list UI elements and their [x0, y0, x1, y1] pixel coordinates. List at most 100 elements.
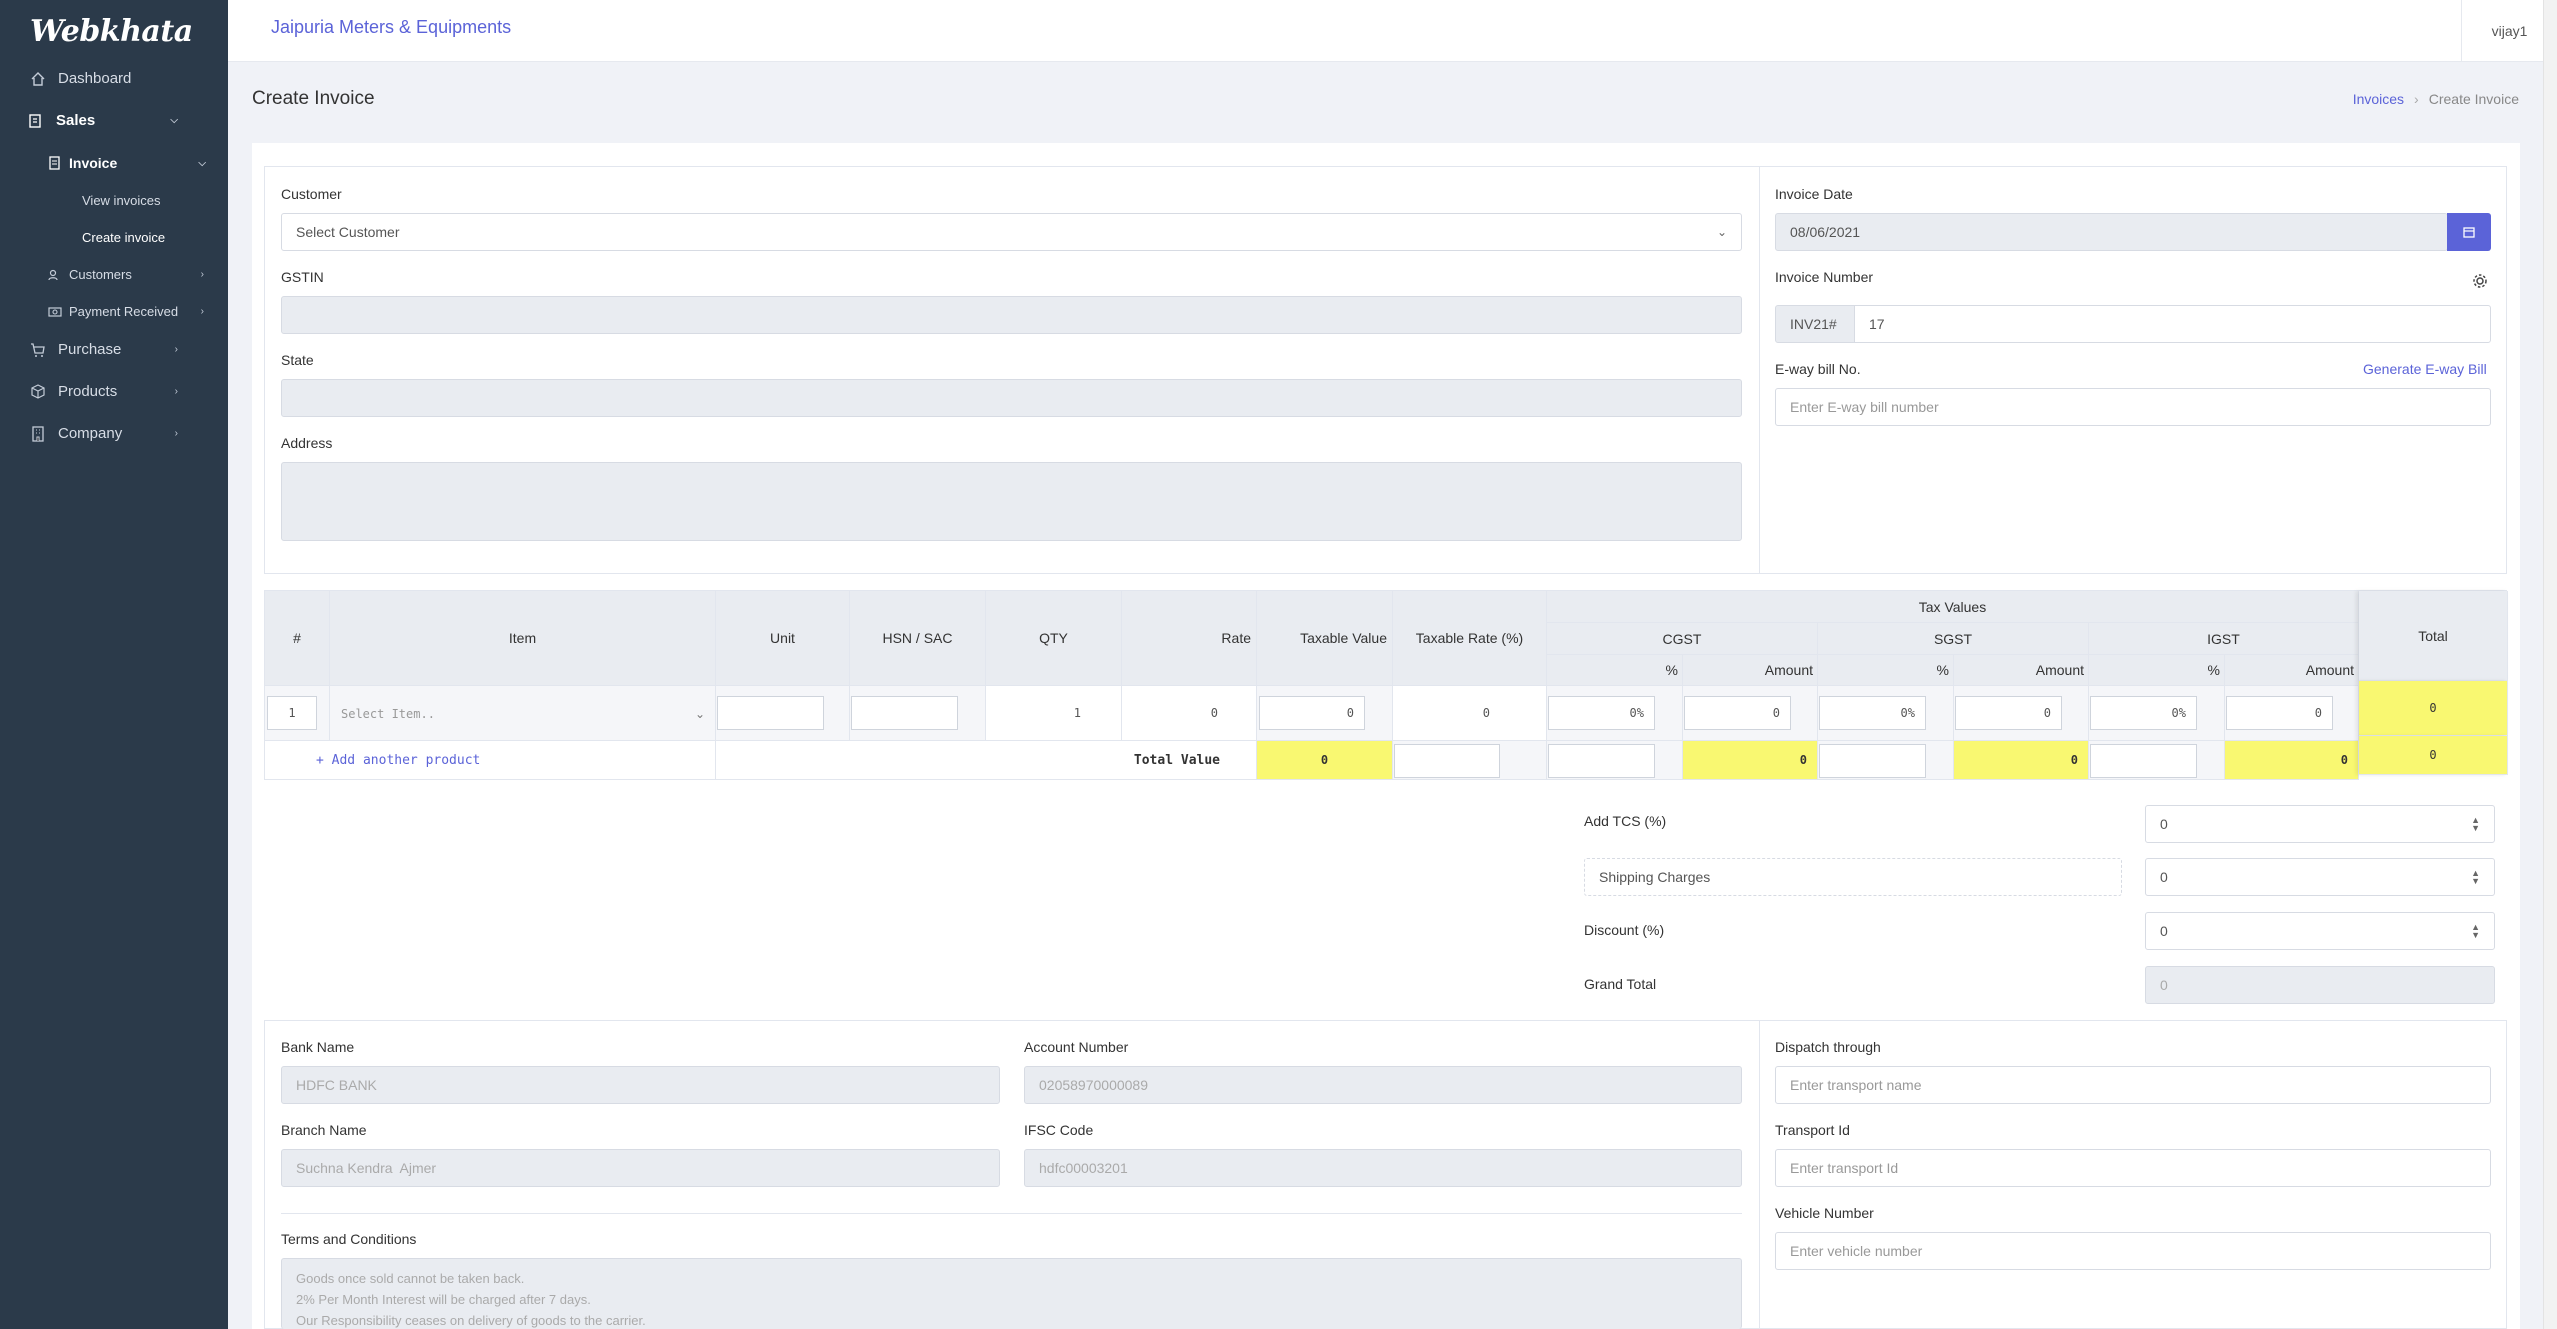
transport-id-input[interactable]: Enter transport Id [1775, 1149, 2491, 1187]
igst-pct-header: % [2089, 655, 2225, 686]
bank-name-field: HDFC BANK [281, 1066, 1000, 1104]
chevron-right-icon: › [174, 386, 178, 397]
invoice-date-field[interactable]: 08/06/2021 [1775, 213, 2448, 251]
invoice-date-label: Invoice Date [1775, 186, 1853, 202]
total-cgst-pct-input [1548, 744, 1655, 778]
terms-textarea[interactable]: Goods once sold cannot be taken back. 2%… [281, 1258, 1742, 1329]
sidebar-item-customers[interactable]: Customers › [0, 267, 228, 282]
shipping-charges-label-input[interactable]: Shipping Charges [1584, 858, 2122, 896]
col-hsn-header: HSN / SAC [850, 591, 986, 686]
cgst-pct-input[interactable]: 0% [1548, 696, 1655, 730]
branch-name-value: Suchna Kendra Ajmer [296, 1160, 437, 1176]
sgst-amount-header: Amount [1954, 655, 2089, 686]
state-field[interactable] [281, 379, 1742, 417]
state-label: State [281, 352, 314, 368]
invoice-number-input[interactable]: 17 [1854, 305, 2491, 343]
cgst-amount-header: Amount [1683, 655, 1818, 686]
col-taxable-rate-header: Taxable Rate (%) [1393, 591, 1547, 686]
igst-amount-value: 0 [2314, 706, 2322, 720]
col-taxable-value-header: Taxable Value [1257, 591, 1393, 686]
dispatch-label: Dispatch through [1775, 1039, 1881, 1055]
spinner-icon: ▲ ▼ [2471, 815, 2480, 833]
sidebar-item-invoice[interactable]: Invoice ⌵ [0, 155, 228, 171]
eway-bill-input[interactable]: Enter E-way bill number [1775, 388, 2491, 426]
branch-name-field: Suchna Kendra Ajmer [281, 1149, 1000, 1187]
discount-input[interactable]: 0 ▲ ▼ [2145, 912, 2495, 950]
add-product-link[interactable]: + Add another product [265, 741, 716, 780]
sidebar-item-label: Sales [56, 112, 96, 129]
ifsc-code-field: hdfc00003201 [1024, 1149, 1742, 1187]
spinner-icon: ▲ ▼ [2471, 868, 2480, 886]
generate-eway-bill-link[interactable]: Generate E-way Bill [2363, 361, 2487, 377]
home-icon [31, 71, 45, 86]
cgst-pct-header: % [1547, 655, 1683, 686]
sidebar-item-view-invoices[interactable]: View invoices [0, 193, 228, 208]
calendar-button[interactable] [2447, 213, 2491, 251]
company-name[interactable]: Jaipuria Meters & Equipments [271, 17, 511, 38]
sidebar-item-company[interactable]: Company › [0, 425, 228, 442]
col-rate-header: Rate [1122, 591, 1257, 686]
customer-select[interactable]: Select Customer ⌄ [281, 213, 1742, 251]
sgst-amount-value: 0 [2043, 706, 2051, 720]
building-icon [32, 425, 44, 442]
bank-name-value: HDFC BANK [296, 1077, 377, 1093]
sgst-pct-value: 0% [1900, 706, 1915, 720]
gstin-label: GSTIN [281, 269, 324, 285]
dispatch-placeholder: Enter transport name [1790, 1077, 1922, 1093]
terms-label: Terms and Conditions [281, 1231, 417, 1247]
item-select[interactable]: Select Item.. ⌄ [331, 692, 715, 736]
breadcrumb: Invoices › Create Invoice [2352, 91, 2519, 107]
qty-input[interactable]: 1 [987, 696, 1121, 730]
tax-values-header: Tax Values [1547, 591, 2359, 623]
gear-icon[interactable] [2472, 273, 2488, 289]
sidebar-item-purchase[interactable]: Purchase › [0, 341, 228, 358]
grand-row-total: 0 [2359, 736, 2508, 775]
sidebar-item-label: Payment Received [69, 304, 179, 319]
sidebar-item-products[interactable]: Products › [0, 383, 228, 400]
igst-amount-header: Amount [2225, 655, 2359, 686]
igst-amount-input[interactable]: 0 [2226, 696, 2333, 730]
cgst-amount-input[interactable]: 0 [1684, 696, 1791, 730]
sidebar-item-label: Dashboard [58, 70, 132, 87]
col-total-header: Total [2359, 591, 2508, 681]
shipping-charges-input[interactable]: 0 ▲ ▼ [2145, 858, 2495, 896]
breadcrumb-invoices-link[interactable]: Invoices [2353, 91, 2404, 107]
breadcrumb-current: Create Invoice [2428, 91, 2519, 107]
sidebar-item-sales[interactable]: Sales ⌵ [0, 112, 228, 129]
rate-value: 0 [1210, 706, 1218, 720]
vehicle-number-input[interactable]: Enter vehicle number [1775, 1232, 2491, 1270]
transport-id-label: Transport Id [1775, 1122, 1850, 1138]
hsn-input[interactable] [851, 696, 958, 730]
account-number-field: 02058970000089 [1024, 1066, 1742, 1104]
calendar-icon [2463, 227, 2475, 238]
taxable-value-input[interactable]: 0 [1259, 696, 1365, 730]
eway-bill-label: E-way bill No. [1775, 361, 1861, 377]
sidebar-item-label: Invoice [69, 155, 118, 171]
sidebar-item-create-invoice[interactable]: Create invoice [0, 230, 228, 245]
sidebar-item-dashboard[interactable]: Dashboard [0, 70, 228, 87]
unit-input[interactable] [717, 696, 824, 730]
igst-pct-input[interactable]: 0% [2090, 696, 2197, 730]
rate-input[interactable]: 0 [1123, 696, 1256, 730]
scrollbar[interactable] [2543, 0, 2557, 1329]
sidebar: Webkhata Dashboard Sales ⌵ Invoice ⌵ Vie… [0, 0, 228, 1329]
terms-line: Goods once sold cannot be taken back. [296, 1271, 525, 1286]
total-value-label-cell: Total Value [716, 741, 1257, 780]
ifsc-code-value: hdfc00003201 [1039, 1160, 1128, 1176]
dispatch-input[interactable]: Enter transport name [1775, 1066, 2491, 1104]
sidebar-item-label: Products [58, 383, 118, 400]
chevron-right-icon: › [200, 269, 204, 280]
total-sgst-amount: 0 [1954, 741, 2089, 780]
sidebar-item-payment-received[interactable]: Payment Received › [0, 304, 228, 319]
sgst-pct-input[interactable]: 0% [1819, 696, 1926, 730]
taxable-rate-input[interactable]: 0 [1394, 696, 1546, 730]
address-textarea[interactable] [281, 462, 1742, 541]
row-num-input[interactable]: 1 [267, 696, 317, 730]
qty-value: 1 [1073, 706, 1081, 720]
sidebar-item-label: Company [58, 425, 123, 442]
gstin-field[interactable] [281, 296, 1742, 334]
tcs-value: 0 [2160, 816, 2168, 832]
sgst-amount-input[interactable]: 0 [1955, 696, 2062, 730]
chevron-right-icon: › [174, 428, 178, 439]
tcs-input[interactable]: 0 ▲ ▼ [2145, 805, 2495, 843]
